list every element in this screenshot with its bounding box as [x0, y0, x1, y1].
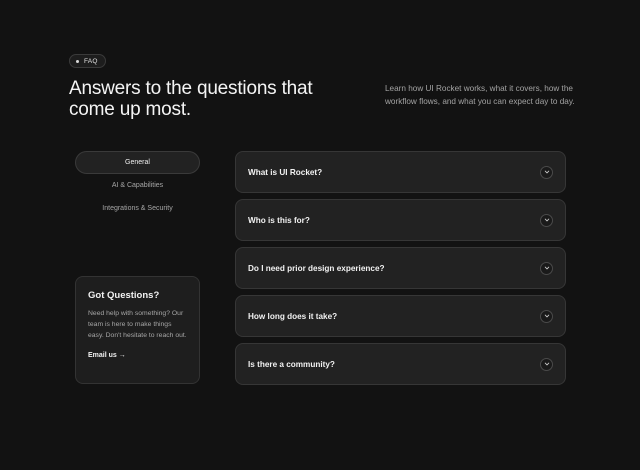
- tab-general[interactable]: General: [75, 151, 200, 174]
- faq-badge: FAQ: [69, 54, 106, 68]
- email-us-link[interactable]: Email us →: [88, 352, 187, 359]
- dot-icon: [76, 59, 79, 63]
- contact-card: Got Questions? Need help with something?…: [75, 276, 200, 384]
- tab-label: Integrations & Security: [102, 205, 173, 212]
- tab-label: AI & Capabilities: [111, 182, 164, 189]
- tab-label: General: [125, 159, 150, 166]
- contact-card-title: Got Questions?: [88, 290, 160, 301]
- contact-card-text: Need help with something? Our team is he…: [88, 310, 187, 339]
- faq-item-how-long[interactable]: How long does it take?: [235, 295, 566, 337]
- chevron-down-icon[interactable]: [540, 357, 553, 371]
- page-description: Learn how UI Rocket works, what it cover…: [385, 84, 575, 106]
- chevron-down-icon[interactable]: [540, 165, 553, 179]
- faq-question: How long does it take?: [248, 311, 338, 321]
- faq-question: Do I need prior design experience?: [248, 263, 385, 273]
- faq-category-tabs: General AI & Capabilities Integrations &…: [75, 151, 200, 220]
- faq-item-who-for[interactable]: Who is this for?: [235, 199, 566, 241]
- faq-list: What is UI Rocket? Who is this for? Do I…: [235, 151, 566, 391]
- faq-item-prior-experience[interactable]: Do I need prior design experience?: [235, 247, 566, 289]
- chevron-down-icon[interactable]: [540, 213, 553, 227]
- faq-page: FAQ Answers to the questions that come u…: [0, 0, 640, 470]
- tab-integrations-security[interactable]: Integrations & Security: [75, 197, 200, 220]
- faq-question: Who is this for?: [248, 215, 310, 225]
- chevron-down-icon[interactable]: [540, 261, 553, 275]
- chevron-down-icon[interactable]: [540, 309, 553, 323]
- faq-item-community[interactable]: Is there a community?: [235, 343, 566, 385]
- faq-question: What is UI Rocket?: [248, 167, 323, 177]
- faq-question: Is there a community?: [248, 359, 335, 369]
- page-title: Answers to the questions that come up mo…: [69, 78, 313, 120]
- faq-badge-label: FAQ: [84, 57, 98, 65]
- faq-item-what-is[interactable]: What is UI Rocket?: [235, 151, 566, 193]
- tab-ai-capabilities[interactable]: AI & Capabilities: [75, 174, 200, 197]
